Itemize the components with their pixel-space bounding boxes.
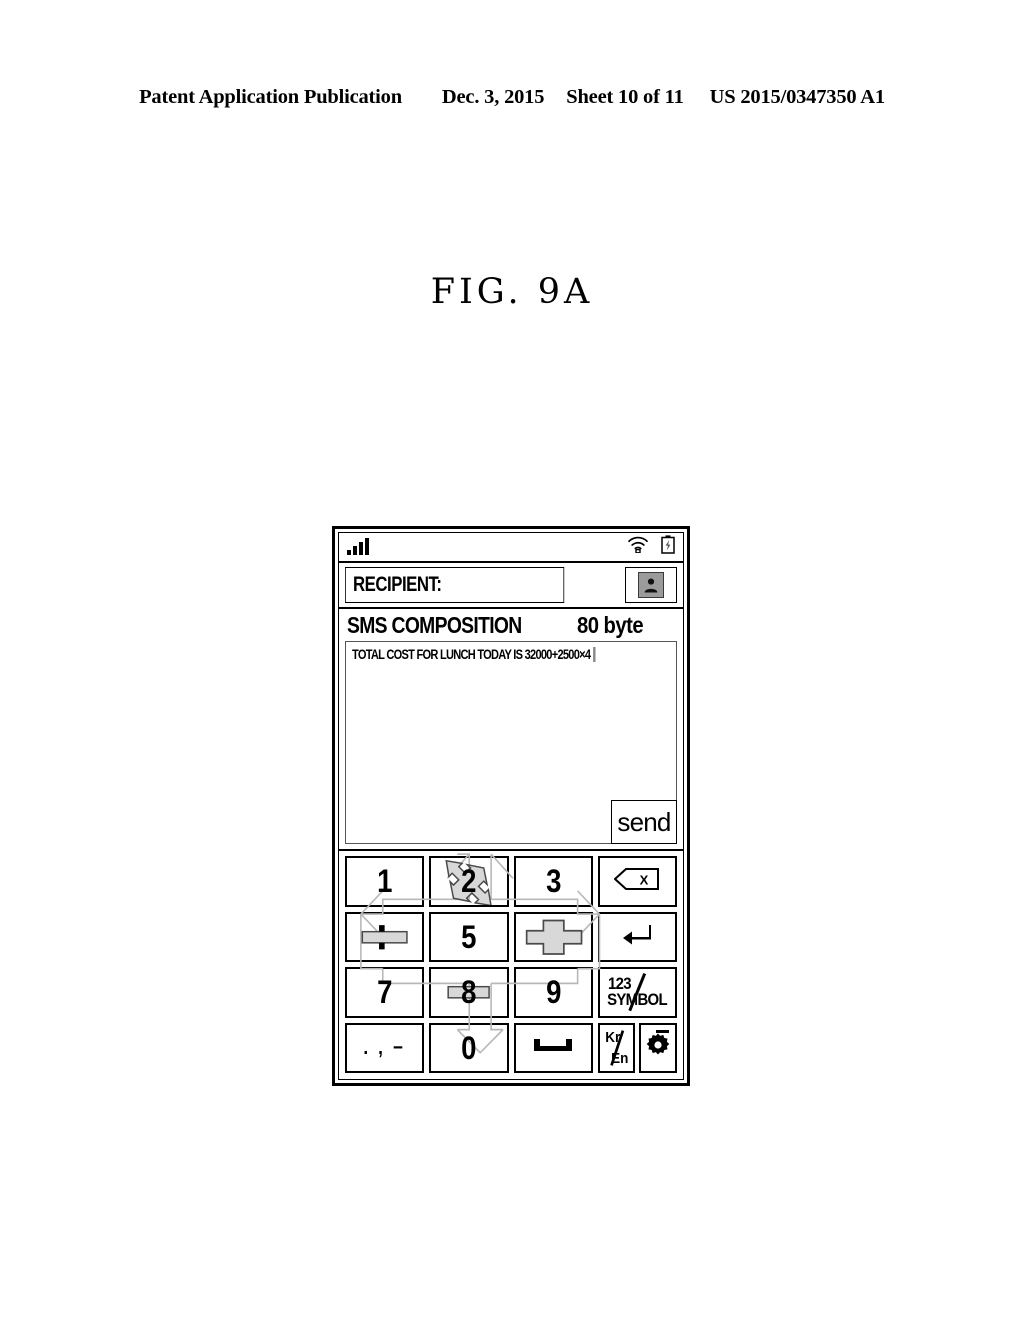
space-bar-icon xyxy=(533,1037,573,1058)
phone-screen: RECIPIENT: SMS COMPOSITION 80 byte TOTAL… xyxy=(338,532,684,1080)
patent-number: US 2015/0347350 A1 xyxy=(709,86,885,108)
key-backspace[interactable]: X xyxy=(597,856,677,907)
status-bar xyxy=(339,533,683,563)
key-2-label: 2 xyxy=(461,863,477,900)
key-6[interactable]: 6 xyxy=(513,911,593,962)
patent-figure-page: Patent Application Publication Dec. 3, 2… xyxy=(0,0,1024,1320)
key-3-label: 3 xyxy=(545,863,561,900)
battery-charging-icon xyxy=(661,535,675,559)
key-7-label: 7 xyxy=(377,974,392,1011)
key-2[interactable]: 2 xyxy=(429,856,509,907)
numeric-keypad: 1 2 3 X 5 7 8 9 123 SYMBOL . , − 0 Kr En xyxy=(339,851,683,1079)
gear-icon xyxy=(645,1032,671,1063)
byte-counter: 80 byte xyxy=(576,612,644,638)
key-8-label: 8 xyxy=(461,974,477,1011)
key-settings[interactable] xyxy=(639,1022,677,1073)
key-enter[interactable] xyxy=(597,911,677,962)
key-1[interactable]: 1 xyxy=(345,856,425,907)
composition-header: SMS COMPOSITION 80 byte xyxy=(345,611,677,641)
key-3[interactable]: 3 xyxy=(513,856,593,907)
dash-mark-icon xyxy=(656,1029,669,1033)
last-column-split: Kr En xyxy=(597,1022,677,1073)
key-0[interactable]: 0 xyxy=(429,1022,509,1073)
message-text: TOTAL COST FOR LUNCH TODAY IS 32000+2500… xyxy=(352,647,591,662)
send-button[interactable]: send xyxy=(611,800,677,844)
contact-person-icon xyxy=(638,572,664,598)
key-5[interactable]: 5 xyxy=(429,911,509,962)
key-language-label: Kr En xyxy=(601,1025,631,1072)
key-0-label: 0 xyxy=(461,1029,477,1066)
sheet-number: Sheet 10 of 11 xyxy=(566,86,684,108)
figure-title: FIG. 9A xyxy=(430,272,594,312)
key-1-label: 1 xyxy=(377,863,392,900)
contact-picker-button[interactable] xyxy=(625,567,677,603)
key-language-toggle[interactable]: Kr En xyxy=(597,1022,636,1073)
key-8[interactable]: 8 xyxy=(429,967,509,1018)
sms-composition-section: SMS COMPOSITION 80 byte TOTAL COST FOR L… xyxy=(339,609,683,851)
wifi-icon xyxy=(627,536,649,558)
composition-title: SMS COMPOSITION xyxy=(347,612,522,638)
message-textarea[interactable]: TOTAL COST FOR LUNCH TODAY IS 32000+2500… xyxy=(345,641,677,844)
enter-return-icon xyxy=(622,923,652,950)
recipient-row: RECIPIENT: xyxy=(339,563,683,609)
key-space[interactable] xyxy=(513,1022,593,1073)
recipient-input[interactable]: RECIPIENT: xyxy=(345,567,565,603)
key-9-label: 9 xyxy=(545,974,561,1011)
key-punctuation[interactable]: . , − xyxy=(345,1022,425,1073)
backspace-icon: X xyxy=(613,867,660,895)
publication-date: Dec. 3, 2015 xyxy=(441,86,545,108)
key-language-bottom: En xyxy=(610,1050,629,1067)
key-4[interactable]: 4 xyxy=(345,911,425,962)
message-text-line: TOTAL COST FOR LUNCH TODAY IS 32000+2500… xyxy=(352,647,596,662)
text-caret xyxy=(592,647,596,662)
publication-header: Patent Application Publication Dec. 3, 2… xyxy=(0,86,1024,109)
publication-label: Patent Application Publication xyxy=(139,86,402,108)
signal-bars-icon xyxy=(347,538,369,555)
svg-text:X: X xyxy=(640,872,649,887)
key-7[interactable]: 7 xyxy=(345,967,425,1018)
key-symbol[interactable]: 123 SYMBOL xyxy=(597,967,677,1018)
key-punctuation-label: . , − xyxy=(363,1036,406,1059)
recipient-label: RECIPIENT: xyxy=(353,573,442,596)
phone-device: RECIPIENT: SMS COMPOSITION 80 byte TOTAL… xyxy=(332,526,690,1086)
key-9[interactable]: 9 xyxy=(513,967,593,1018)
key-5-label: 5 xyxy=(461,918,477,955)
